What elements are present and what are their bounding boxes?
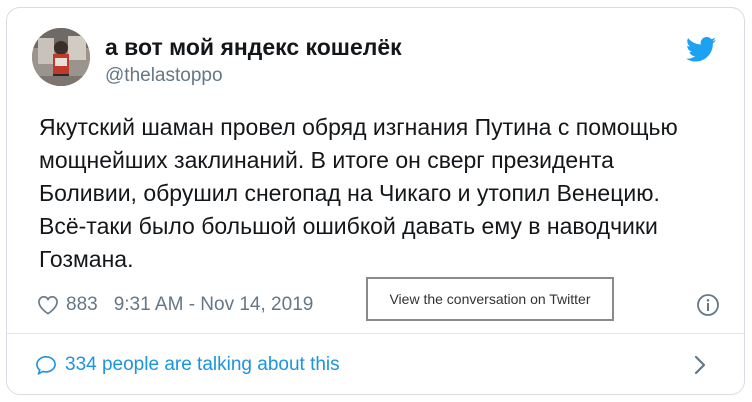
- tweet-meta: 883 9:31 AM - Nov 14, 2019: [37, 292, 313, 318]
- tweet-text-line: мощнейших заклинаний. В итоге он сверг п…: [39, 147, 614, 173]
- view-conversation-button[interactable]: View the conversation on Twitter: [366, 277, 614, 321]
- tweet-text-line: Всё-таки было большой ошибкой давать ему…: [39, 213, 658, 239]
- chevron-right-icon[interactable]: [694, 355, 706, 375]
- info-icon[interactable]: [696, 293, 720, 317]
- tweet-text: Якутский шаман провел обряд изгнания Пут…: [39, 111, 729, 276]
- avatar-photo: [32, 28, 90, 86]
- heart-icon[interactable]: [37, 295, 59, 315]
- tweet-text-line: Боливии, обрушил снегопад на Чикаго и ут…: [39, 180, 660, 206]
- tweet-timestamp[interactable]: 9:31 AM - Nov 14, 2019: [114, 294, 314, 316]
- people-talking-link[interactable]: 334 people are talking about this: [7, 334, 744, 395]
- author-handle[interactable]: @thelastoppo: [105, 65, 223, 87]
- people-talking-label[interactable]: 334 people are talking about this: [65, 354, 340, 376]
- author-display-name[interactable]: а вот мой яндекс кошелёк: [105, 34, 402, 61]
- twitter-bird-icon[interactable]: [686, 37, 716, 62]
- tweet-text-line: Якутский шаман провел обряд изгнания Пут…: [39, 114, 678, 140]
- like-count[interactable]: 883: [66, 294, 98, 316]
- embedded-tweet-card[interactable]: а вот мой яндекс кошелёк @thelastoppo Як…: [6, 7, 745, 395]
- tweet-text-line: Гозмана.: [39, 246, 134, 272]
- avatar[interactable]: [32, 28, 90, 86]
- speech-bubble-icon: [36, 355, 56, 375]
